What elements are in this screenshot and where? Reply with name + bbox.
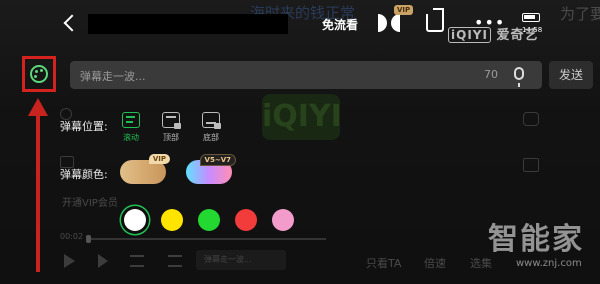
vip-promo-text: 开通VIP会员 xyxy=(62,198,118,209)
level-tag: V5~V7 xyxy=(199,154,236,166)
color-swatch-red[interactable] xyxy=(235,209,257,231)
danmaku-input-placeholder: 弹幕走一波... xyxy=(80,70,146,83)
back-icon[interactable] xyxy=(62,14,78,32)
progress-thumb[interactable] xyxy=(86,235,91,243)
rainbow-style-button[interactable]: V5~V7 xyxy=(186,154,236,184)
color-swatch-pink[interactable] xyxy=(272,209,294,231)
annotation-arrow-head xyxy=(28,98,48,116)
player-top-bar: 免流看 VIP ••• 14:58 iQIYI 爱奇艺 xyxy=(0,0,600,48)
dolby-icon[interactable] xyxy=(378,14,400,32)
battery-icon xyxy=(522,13,540,22)
mini-danmaku-placeholder: 弹幕走一波... xyxy=(204,255,252,264)
iqiyi-watermark-text: 爱奇艺 xyxy=(496,28,539,43)
send-button-label: 发送 xyxy=(558,68,583,82)
position-option-label: 底部 xyxy=(203,133,219,142)
vip-badge: VIP xyxy=(394,5,414,15)
microphone-icon[interactable] xyxy=(514,67,524,87)
position-option-label: 滚动 xyxy=(123,133,139,142)
lock-badge-icon xyxy=(214,123,221,129)
palette-icon xyxy=(30,65,48,83)
lock-badge-icon xyxy=(174,123,181,129)
video-logo: iQIYI xyxy=(262,94,342,140)
next-episode-icon[interactable] xyxy=(98,254,108,268)
danmaku-style-button[interactable] xyxy=(22,56,56,92)
current-time: 00:02 xyxy=(60,232,84,241)
play-icon[interactable] xyxy=(64,254,75,268)
send-button[interactable]: 发送 xyxy=(549,61,593,89)
progress-bar[interactable] xyxy=(86,235,326,243)
iqiyi-watermark: iQIYI 爱奇艺 xyxy=(448,24,538,43)
danmaku-char-count: 70 xyxy=(484,68,498,81)
scroll-position-icon xyxy=(122,112,140,128)
position-option-scroll[interactable]: 滚动 xyxy=(118,112,144,143)
color-label: 弹幕颜色: xyxy=(60,168,108,181)
color-swatch-white[interactable] xyxy=(124,209,146,231)
vip-gold-style-button[interactable]: VIP xyxy=(120,154,170,184)
danmaku-settings-icon[interactable] xyxy=(168,255,182,267)
video-title-redacted xyxy=(88,14,288,34)
site-watermark-url: www.znj.com xyxy=(516,258,582,269)
position-label: 弹幕位置: xyxy=(60,120,108,133)
vip-tag: VIP xyxy=(148,154,170,164)
record-icon[interactable] xyxy=(523,158,539,172)
top-position-icon xyxy=(162,112,181,129)
mini-danmaku-input[interactable]: 弹幕走一波... xyxy=(196,250,286,270)
position-option-bottom[interactable]: 底部 xyxy=(198,112,224,143)
position-option-top[interactable]: 顶部 xyxy=(158,112,184,143)
danmaku-input[interactable]: 弹幕走一波... 70 xyxy=(70,61,542,89)
only-ta-button[interactable]: 只看TA xyxy=(366,255,401,271)
annotation-arrow-shaft xyxy=(36,112,40,272)
bottom-position-icon xyxy=(202,112,221,129)
video-logo-text: iQIYI xyxy=(262,99,342,134)
iqiyi-watermark-box: iQIYI xyxy=(448,27,491,43)
site-watermark: 智能家 xyxy=(488,222,584,257)
position-option-label: 顶部 xyxy=(163,133,179,142)
speed-button[interactable]: 倍速 xyxy=(424,255,446,271)
color-swatch-green[interactable] xyxy=(198,209,220,231)
free-watch-button[interactable]: 免流看 xyxy=(322,16,358,33)
camera-icon[interactable] xyxy=(523,112,539,126)
color-swatch-yellow[interactable] xyxy=(161,209,183,231)
share-icon[interactable] xyxy=(426,14,444,32)
danmaku-toggle-icon[interactable] xyxy=(130,255,144,267)
